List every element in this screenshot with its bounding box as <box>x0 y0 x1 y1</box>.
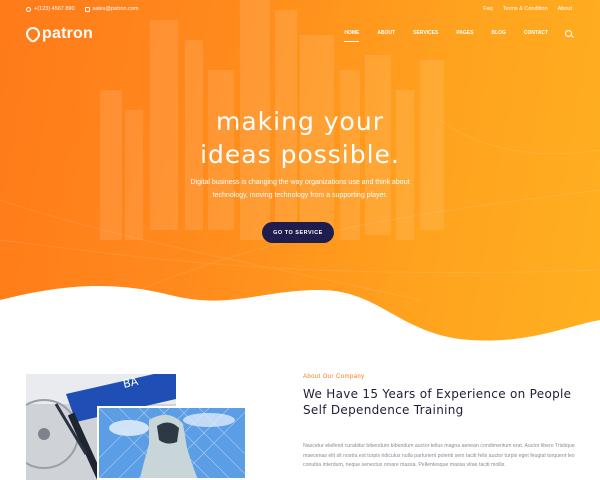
search-icon[interactable] <box>565 29 572 37</box>
hero-section <box>0 0 600 350</box>
email-info[interactable]: sales@patron.com <box>84 6 139 12</box>
hero-headline: making your ideas possible. <box>0 105 600 171</box>
hero-subtext: Digital business is changing the way org… <box>190 179 410 199</box>
logo-pin-icon <box>23 24 43 44</box>
brand-logo[interactable]: patron <box>23 24 93 44</box>
phone-info[interactable]: +(123) 4567 890 <box>26 6 75 12</box>
nav-item-contact[interactable]: CONTACT <box>515 28 557 38</box>
brand-name: patron <box>42 25 93 42</box>
top-link-about[interactable]: About <box>558 6 572 12</box>
hero-wave <box>0 285 600 350</box>
phone-icon <box>26 6 31 12</box>
person-illustration <box>99 408 245 478</box>
nav-item-about[interactable]: ABOUT <box>368 28 404 38</box>
nav-item-services[interactable]: SERVICES <box>404 28 447 38</box>
top-link-faq[interactable]: Faq <box>483 6 492 12</box>
photo-hoodie-person <box>97 406 247 480</box>
nav-item-home[interactable]: HOME <box>335 28 368 42</box>
contact-info: +(123) 4567 890 sales@patron.com <box>26 6 138 12</box>
phone-text: +(123) 4567 890 <box>34 6 75 12</box>
hero-headline-line2: ideas possible. <box>200 140 400 169</box>
nav-item-blog[interactable]: BLOG <box>482 28 514 38</box>
hero-headline-line1: making your <box>216 107 384 136</box>
top-link-terms[interactable]: Terms & Condition <box>503 6 548 12</box>
nav-item-pages[interactable]: PAGES <box>447 28 482 38</box>
about-tag: About Our Company <box>303 374 365 380</box>
top-links: Faq Terms & Condition About <box>483 6 572 12</box>
email-text: sales@patron.com <box>92 6 139 12</box>
mail-icon <box>84 6 90 12</box>
about-title: We Have 15 Years of Experience on People… <box>303 387 572 417</box>
top-bar: +(123) 4567 890 sales@patron.com Faq Ter… <box>0 0 600 20</box>
main-nav: HOME ABOUT SERVICES PAGES BLOG CONTACT <box>335 28 572 42</box>
go-to-service-button[interactable]: GO TO SERVICE <box>262 222 334 243</box>
about-body: Nascetur eleifend curabitur bibendum bib… <box>303 443 575 468</box>
